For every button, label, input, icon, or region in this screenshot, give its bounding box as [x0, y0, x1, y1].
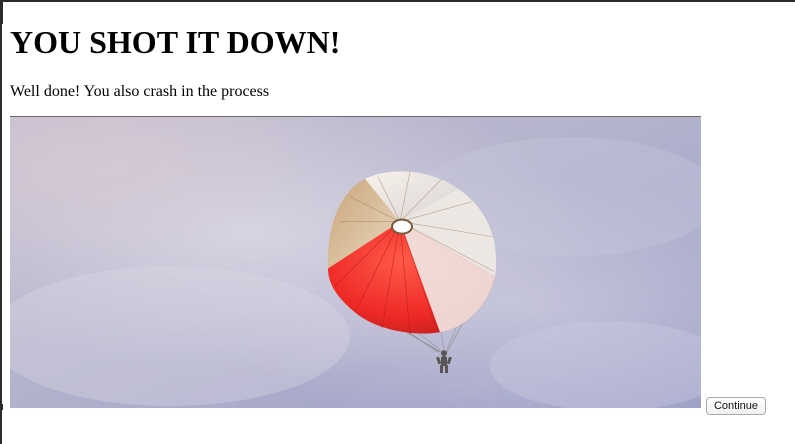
- page: YOU SHOT IT DOWN! Well done! You also cr…: [0, 0, 795, 444]
- parachute-image: [10, 116, 701, 408]
- page-title: YOU SHOT IT DOWN!: [10, 24, 341, 60]
- left-edge-marker: [2, 404, 3, 410]
- continue-button[interactable]: Continue: [706, 397, 766, 415]
- result-message: Well done! You also crash in the process: [10, 83, 270, 100]
- left-edge-marker: [2, 2, 3, 24]
